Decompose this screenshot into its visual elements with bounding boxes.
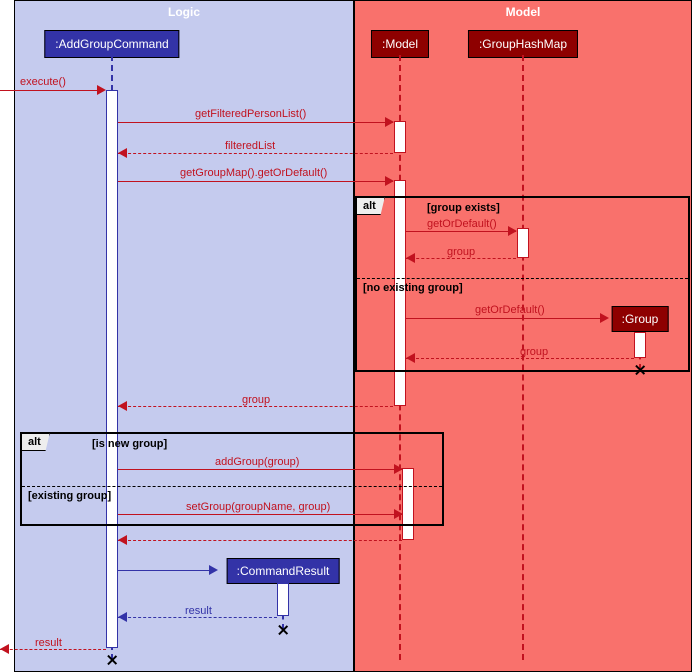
msg-group1-label: group	[447, 246, 475, 258]
participant-commandresult: :CommandResult	[227, 558, 340, 584]
alt1-guard1: [group exists]	[427, 202, 500, 214]
arrow-result2-head	[0, 644, 9, 654]
arrow-create-cmdres	[118, 570, 215, 571]
region-model-label: Model	[506, 5, 541, 19]
arrow-setgroup	[118, 514, 402, 515]
destroy-addgroup-icon	[106, 654, 118, 666]
destroy-commandresult-icon	[277, 624, 289, 636]
msg-result2-label: result	[35, 637, 62, 649]
arrow-group2-head	[406, 353, 415, 363]
arrow-result1	[118, 617, 277, 618]
arrow-execute	[0, 90, 100, 91]
arrow-return-alt2-head	[118, 535, 127, 545]
msg-getmap-label: getGroupMap().getOrDefault()	[180, 167, 327, 179]
arrow-filteredlist-head	[118, 148, 127, 158]
alt1-label: alt	[356, 197, 385, 215]
alt1-guard2: [no existing group]	[363, 282, 463, 294]
participant-model: :Model	[371, 30, 429, 58]
msg-group2-label: group	[520, 346, 548, 358]
arrow-getdef2	[406, 318, 606, 319]
msg-filteredlist-label: filteredList	[225, 140, 275, 152]
sequence-diagram: Logic Model :AddGroupCommand :Model :Gro…	[0, 0, 700, 672]
alt2-label: alt	[21, 433, 50, 451]
arrow-group3	[118, 406, 393, 407]
arrow-addgroup-head	[394, 464, 403, 474]
msg-getfpl-label: getFilteredPersonList()	[195, 108, 306, 120]
arrow-setgroup-head	[394, 509, 403, 519]
region-logic-label: Logic	[168, 5, 200, 19]
arrow-result2	[0, 649, 106, 650]
arrow-getmap-head	[385, 176, 394, 186]
arrow-create-cmdres-head	[209, 565, 218, 575]
msg-execute-label: execute()	[20, 76, 66, 88]
arrow-execute-head	[97, 85, 106, 95]
alt2-sep	[22, 486, 442, 487]
arrow-group2	[406, 358, 634, 359]
msg-group3-label: group	[242, 394, 270, 406]
activation-model-1	[394, 121, 406, 153]
arrow-group1-head	[406, 253, 415, 263]
arrow-group1	[406, 258, 516, 259]
arrow-getfpl	[118, 122, 393, 123]
msg-result1-label: result	[185, 605, 212, 617]
participant-grouphashmap: :GroupHashMap	[468, 30, 578, 58]
msg-addgroup-label: addGroup(group)	[215, 456, 299, 468]
alt1-sep	[357, 278, 688, 279]
activation-group	[634, 332, 646, 358]
alt2-guard1: [is new group]	[92, 438, 167, 450]
arrow-getdef2-head	[600, 313, 609, 323]
arrow-getfpl-head	[385, 117, 394, 127]
msg-getdef1-label: getOrDefault()	[427, 218, 497, 230]
msg-setgroup-label: setGroup(groupName, group)	[186, 501, 330, 513]
arrow-result1-head	[118, 612, 127, 622]
alt2-guard2: [existing group]	[28, 490, 111, 502]
activation-addgroupcommand	[106, 90, 118, 648]
arrow-return-alt2	[118, 540, 402, 541]
arrow-group3-head	[118, 401, 127, 411]
arrow-getmap	[118, 181, 393, 182]
arrow-addgroup	[118, 469, 402, 470]
activation-commandresult	[277, 583, 289, 616]
arrow-getdef1-head	[508, 226, 517, 236]
participant-addgroupcommand: :AddGroupCommand	[44, 30, 179, 58]
msg-getdef2-label: getOrDefault()	[475, 304, 545, 316]
destroy-group-icon	[634, 364, 646, 376]
participant-group: :Group	[612, 306, 669, 332]
arrow-getdef1	[406, 231, 516, 232]
arrow-filteredlist	[118, 153, 393, 154]
